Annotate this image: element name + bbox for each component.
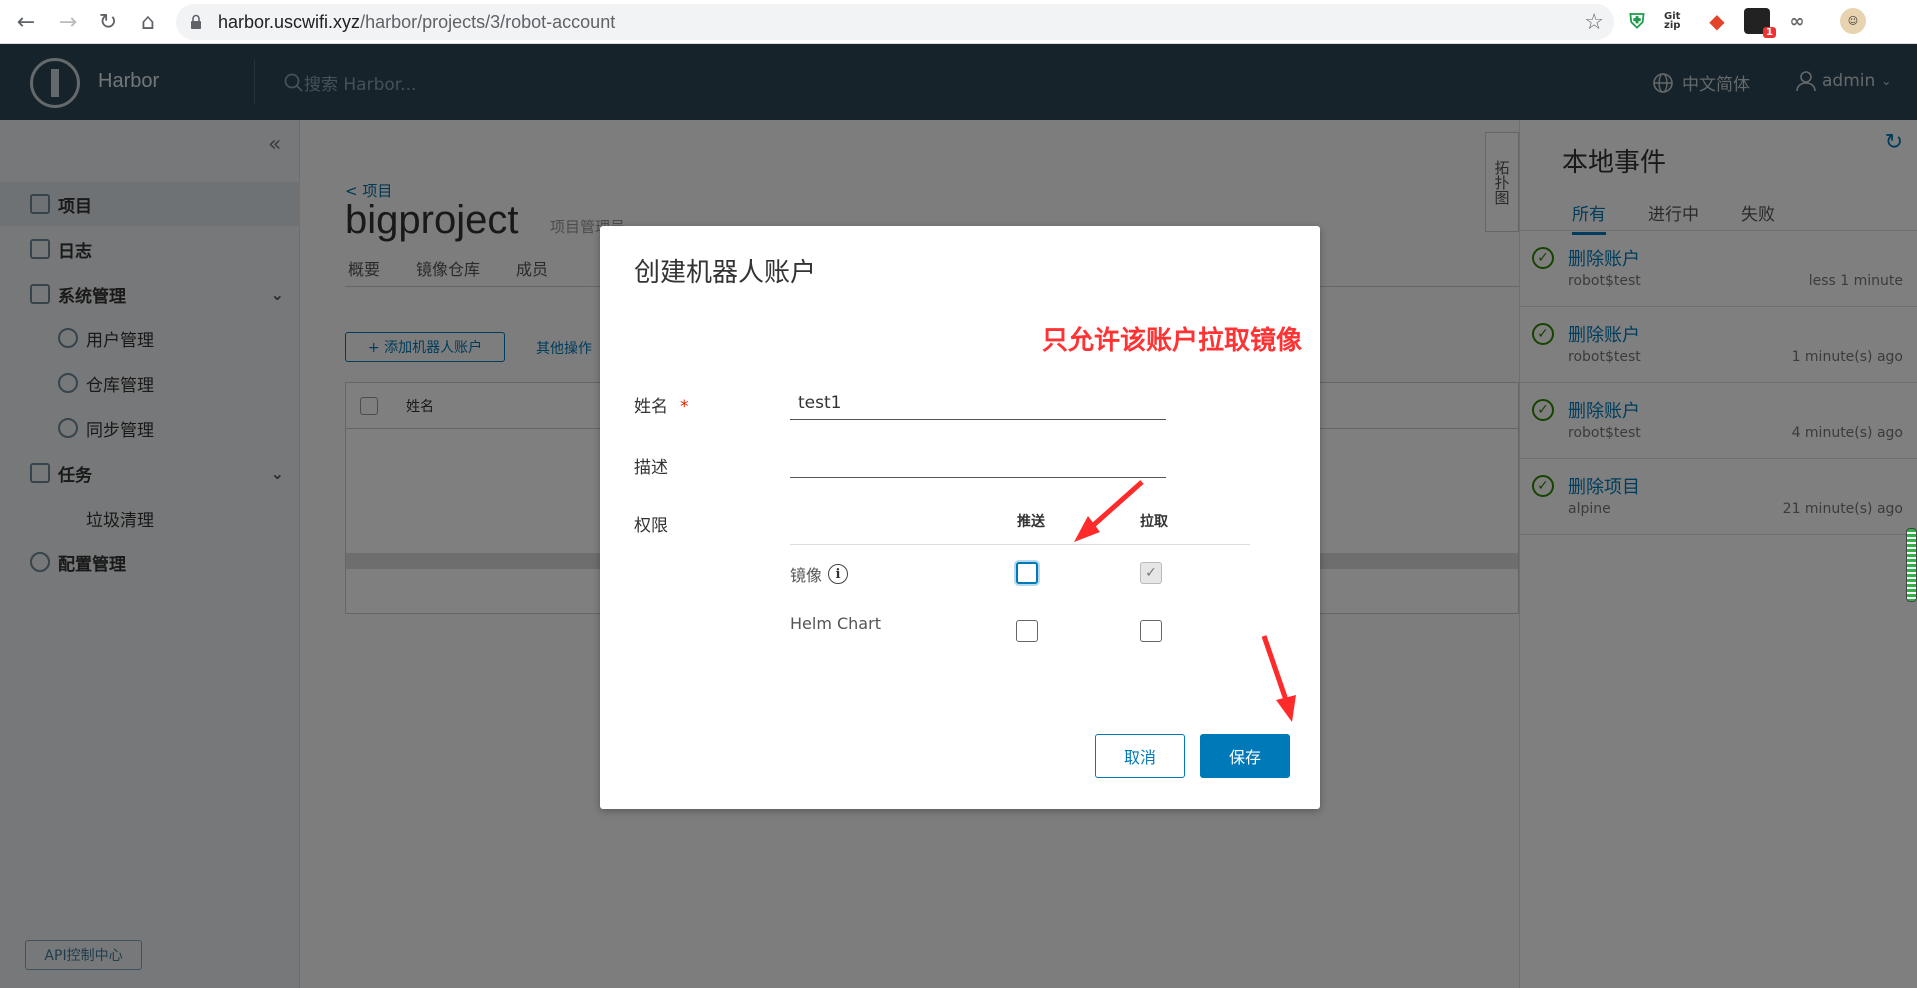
home-icon[interactable]: ⌂ — [134, 8, 162, 36]
reload-icon[interactable]: ↻ — [94, 8, 122, 36]
create-robot-account-dialog: 创建机器人账户 只允许该账户拉取镜像 姓名* 描述 权限 推送 拉取 镜像 i … — [600, 226, 1320, 809]
link-extension-icon[interactable]: ∞ — [1784, 8, 1810, 34]
url-host: harbor.uscwifi.xyz — [218, 12, 361, 32]
annotation-text: 只允许该账户拉取镜像 — [1042, 326, 1303, 356]
page-scrollbar[interactable] — [1906, 528, 1917, 602]
name-label-text: 姓名 — [634, 397, 668, 417]
lock-icon — [191, 14, 201, 29]
cancel-button[interactable]: 取消 — [1095, 734, 1185, 778]
helm-push-checkbox[interactable] — [1016, 620, 1038, 642]
pull-column-header: 拉取 — [1140, 514, 1168, 530]
image-pull-checkbox[interactable]: ✓ — [1140, 562, 1162, 584]
address-bar[interactable]: harbor.uscwifi.xyz/harbor/projects/3/rob… — [176, 4, 1614, 40]
required-mark: * — [680, 397, 689, 417]
permission-divider — [790, 544, 1250, 545]
helm-pull-checkbox[interactable] — [1140, 620, 1162, 642]
permission-row-label: 镜像 — [790, 566, 823, 585]
gitzip-extension-icon[interactable]: Git zip — [1664, 8, 1690, 34]
extension-badge-icon[interactable]: 1 — [1744, 8, 1776, 38]
image-push-checkbox[interactable] — [1016, 562, 1038, 584]
name-label: 姓名 * — [634, 392, 689, 417]
permission-label: 权限 — [634, 516, 668, 536]
bookmark-star-icon[interactable]: ☆ — [1584, 10, 1604, 35]
name-input[interactable] — [790, 386, 1166, 420]
shield-extension-icon[interactable]: ⛨ — [1624, 8, 1650, 34]
description-label: 描述 — [634, 458, 668, 478]
browser-toolbar: ← → ↻ ⌂ harbor.uscwifi.xyz/harbor/projec… — [0, 0, 1917, 44]
checkmark-icon: ✓ — [1145, 565, 1157, 581]
dialog-title: 创建机器人账户 — [634, 258, 817, 288]
info-icon[interactable]: i — [828, 564, 849, 584]
forward-icon[interactable]: → — [54, 8, 82, 36]
permission-row-image: 镜像 i — [790, 562, 849, 586]
url-path: /harbor/projects/3/robot-account — [360, 12, 616, 32]
profile-avatar[interactable]: ☺ — [1840, 8, 1866, 34]
save-button[interactable]: 保存 — [1200, 734, 1290, 778]
permission-row-label: Helm Chart — [790, 614, 881, 633]
url-text: harbor.uscwifi.xyz/harbor/projects/3/rob… — [218, 12, 615, 33]
back-icon[interactable]: ← — [12, 8, 40, 36]
push-column-header: 推送 — [1017, 514, 1045, 530]
description-input[interactable] — [790, 444, 1166, 478]
permission-row-helm: Helm Chart — [790, 614, 881, 633]
gitlab-extension-icon[interactable]: ◆ — [1704, 8, 1730, 34]
extension-badge-count: 1 — [1763, 27, 1776, 38]
